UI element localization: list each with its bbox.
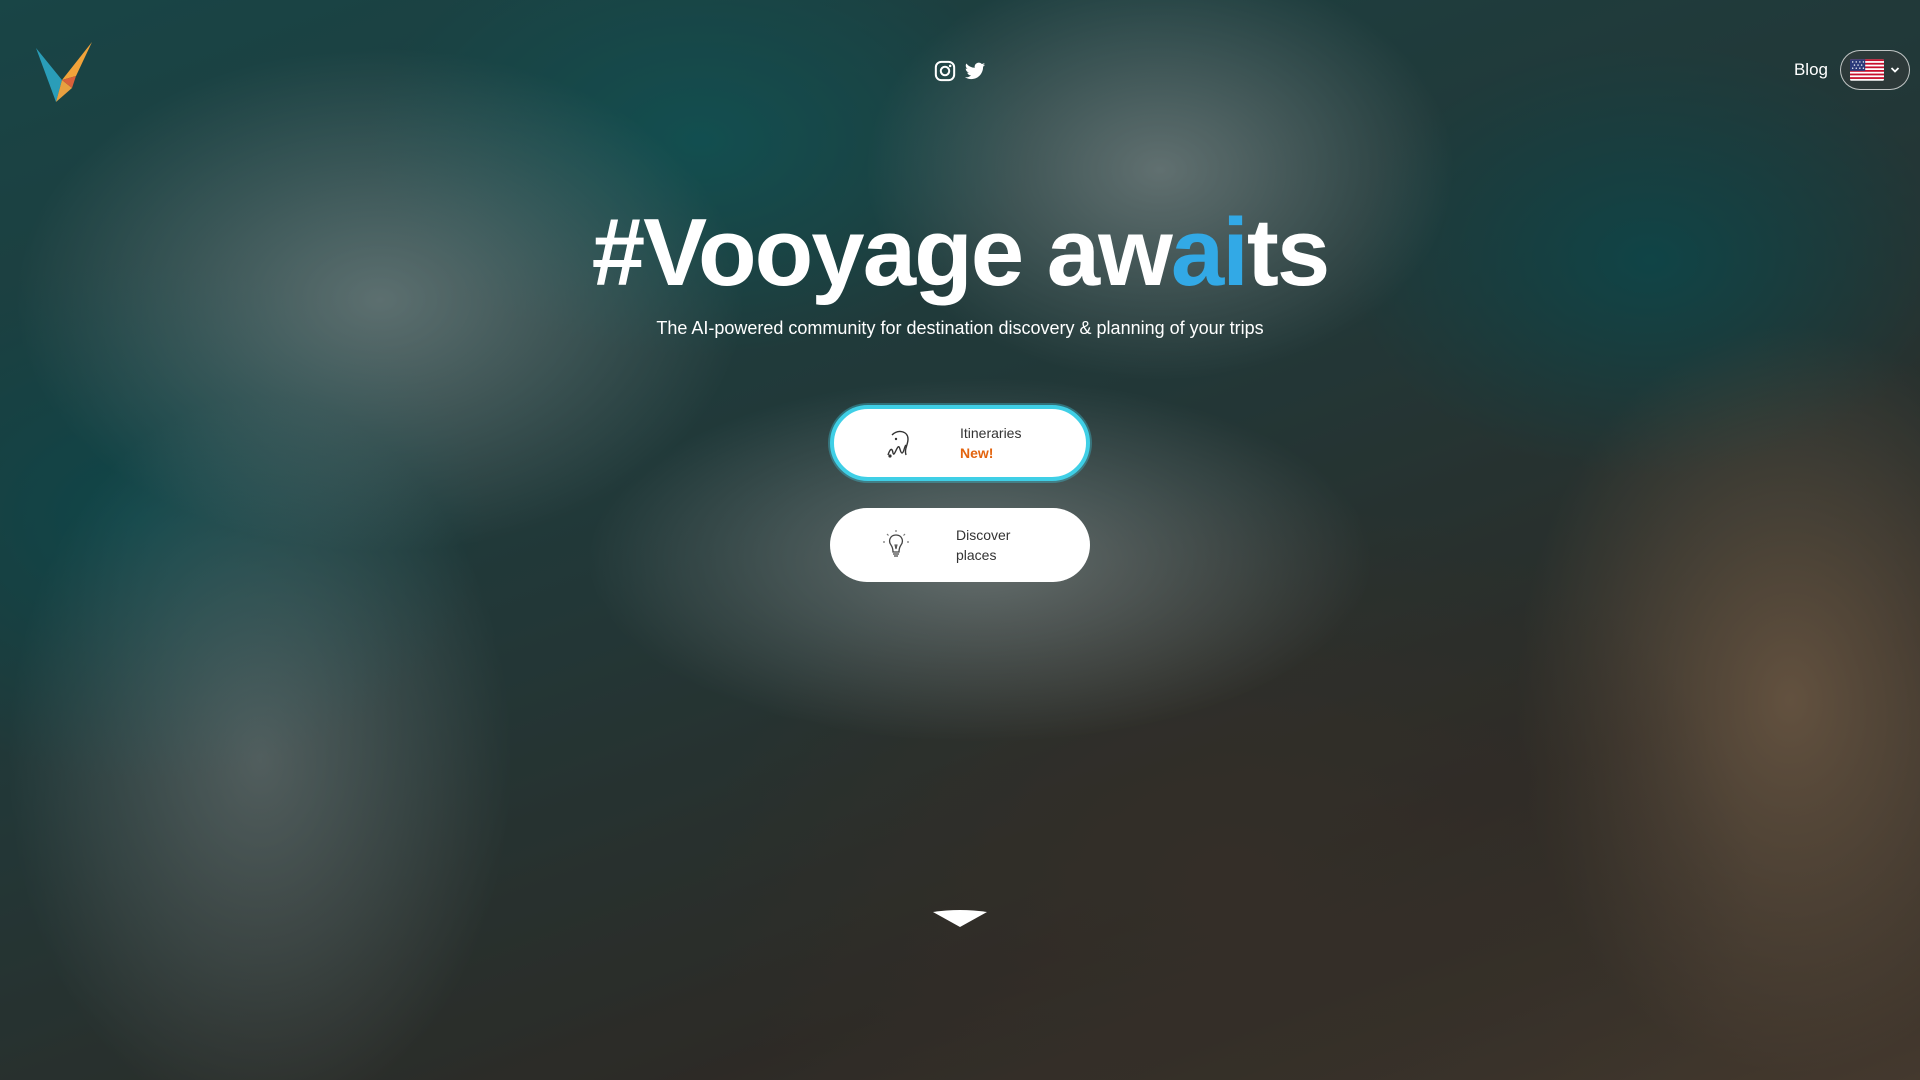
- discover-label-line1: Discover: [956, 527, 1011, 543]
- hero-title-part2: ts: [1246, 199, 1330, 306]
- us-flag-icon: [1850, 59, 1884, 81]
- hero-title: #Vooyage awaits: [0, 198, 1920, 308]
- instagram-icon[interactable]: [934, 60, 956, 82]
- twitter-icon[interactable]: [964, 60, 986, 82]
- discover-label-line2: places: [956, 547, 997, 563]
- top-right-nav: Blog: [1794, 50, 1910, 90]
- hero-title-part1: #Vooyage aw: [591, 199, 1173, 306]
- itineraries-button[interactable]: Itineraries New!: [830, 405, 1090, 481]
- hero-title-accent: ai: [1170, 199, 1249, 306]
- discover-places-button[interactable]: Discover places: [830, 508, 1090, 582]
- new-badge: New!: [960, 445, 994, 461]
- hero-background: Blog #Vooyage awaits The AI-powered comm…: [0, 0, 1920, 1080]
- social-links: [934, 60, 986, 82]
- itineraries-label: Itineraries: [960, 425, 1022, 441]
- itinerary-sketch-icon: [887, 430, 909, 458]
- lightbulb-icon: [883, 530, 909, 557]
- brand-logo-icon[interactable]: [32, 40, 96, 106]
- hero-subtitle: The AI-powered community for destination…: [656, 318, 1264, 338]
- blog-link[interactable]: Blog: [1794, 60, 1828, 80]
- discover-places-text: Discover places: [956, 525, 1010, 565]
- scroll-down-chevron-icon[interactable]: [933, 910, 987, 928]
- language-select[interactable]: [1840, 50, 1910, 90]
- itineraries-text: Itineraries New!: [960, 423, 1021, 463]
- chevron-down-icon: [1890, 67, 1900, 73]
